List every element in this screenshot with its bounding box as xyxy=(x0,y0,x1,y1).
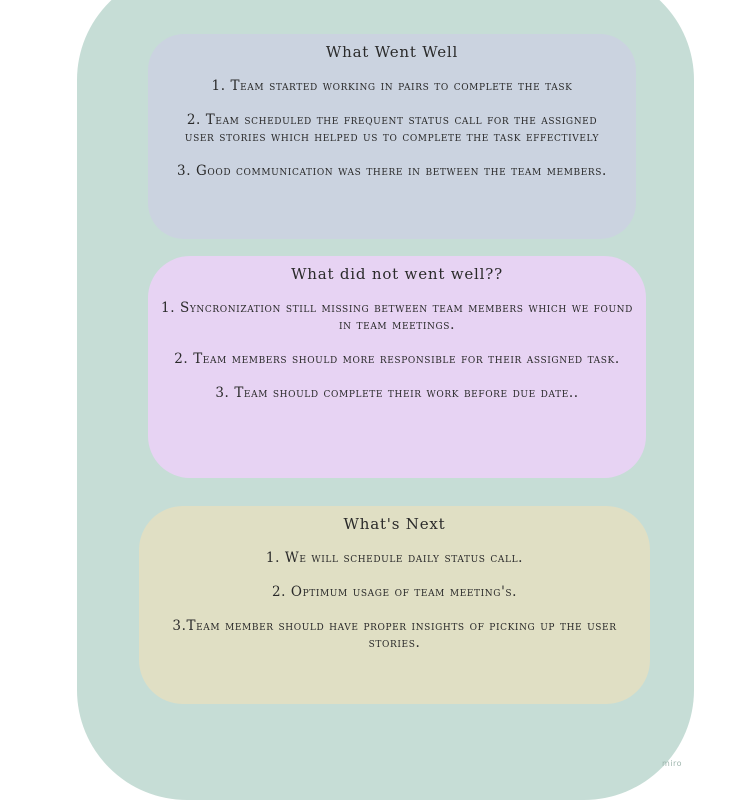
list-item: 2. Team members should more responsible … xyxy=(174,351,620,367)
card-item-list: 1. Team started working in pairs to comp… xyxy=(148,78,636,180)
what-did-not-go-well-card[interactable]: What did not went well?? 1. Syncronizati… xyxy=(148,256,646,478)
list-item: 1. Syncronization still missing between … xyxy=(161,300,633,333)
list-item: 2. Team scheduled the frequent status ca… xyxy=(184,112,600,145)
list-item: 1. We will schedule daily status call. xyxy=(265,550,524,566)
list-item: 3.Team member should have proper insight… xyxy=(172,618,617,651)
card-item-list: 1. We will schedule daily status call. 2… xyxy=(139,550,650,652)
what-went-well-card[interactable]: What Went Well 1. Team started working i… xyxy=(148,34,636,239)
list-item: 2. Optimum usage of team meeting's. xyxy=(271,584,518,600)
card-title: What's Next xyxy=(343,515,446,533)
card-title: What did not went well?? xyxy=(291,265,503,283)
list-item: 3. Team should complete their work befor… xyxy=(215,385,579,401)
card-title: What Went Well xyxy=(325,43,459,61)
card-item-list: 1. Syncronization still missing between … xyxy=(148,300,646,402)
list-item: 1. Team started working in pairs to comp… xyxy=(211,78,573,94)
whats-next-card[interactable]: What's Next 1. We will schedule daily st… xyxy=(139,506,650,704)
list-item: 3. Good communication was there in betwe… xyxy=(177,163,607,179)
miro-watermark: miro xyxy=(661,759,682,768)
